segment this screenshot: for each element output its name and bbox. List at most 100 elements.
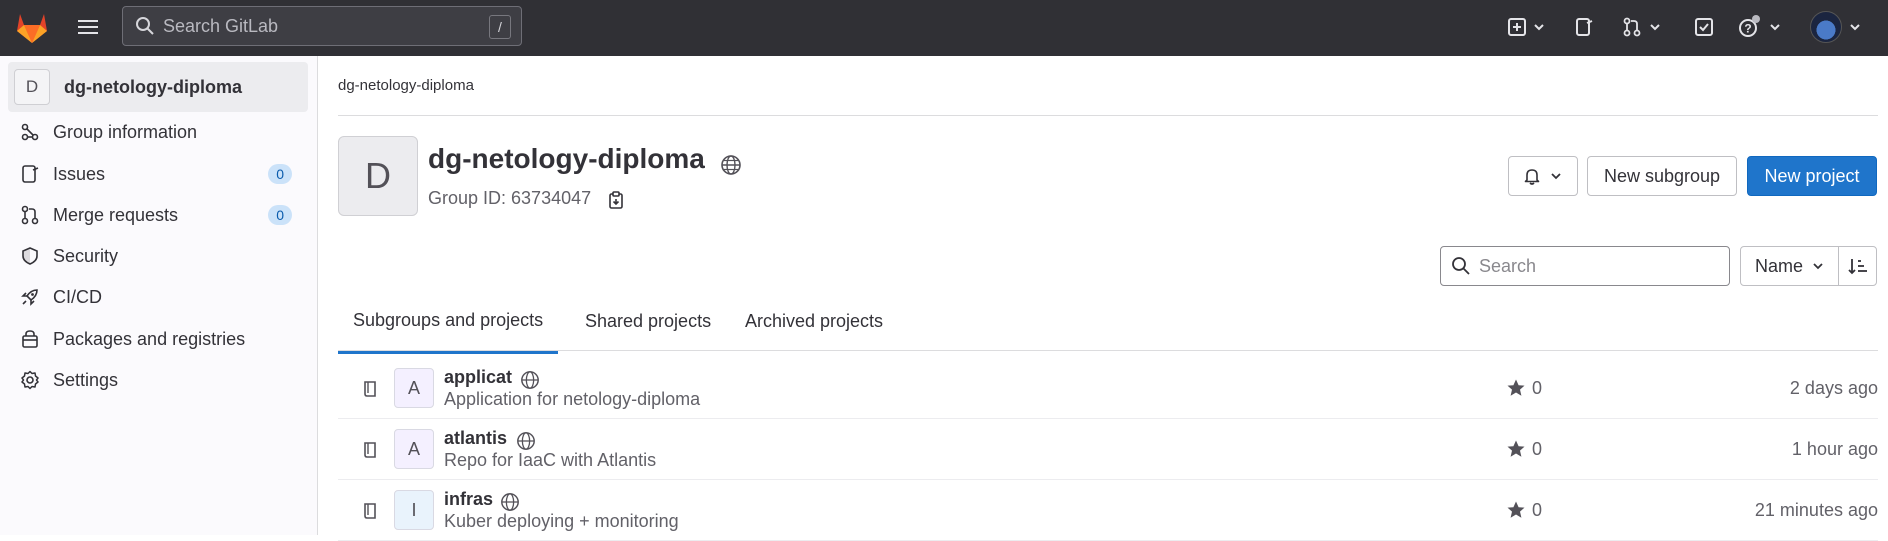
todos-top-button[interactable] bbox=[1694, 12, 1714, 42]
merge-request-icon bbox=[1623, 17, 1641, 37]
divider bbox=[338, 115, 1878, 116]
sidebar-item-issues[interactable]: Issues 0 bbox=[20, 155, 298, 193]
plus-square-icon bbox=[1508, 18, 1526, 36]
hamburger-menu-icon[interactable] bbox=[74, 14, 102, 40]
help-question-icon: ? bbox=[1739, 15, 1760, 37]
globe-icon bbox=[501, 493, 519, 511]
sidebar-item-label: Security bbox=[53, 245, 119, 266]
project-description: Application for netology-diploma bbox=[444, 389, 701, 409]
issues-count-badge: 0 bbox=[268, 164, 292, 184]
sidebar-item-packages-and-registries[interactable]: Packages and registries bbox=[20, 320, 298, 358]
project-row-infras: I infras Kuber deploying + monitoring 0 … bbox=[338, 480, 1878, 541]
merge-request-icon bbox=[21, 205, 39, 225]
chevron-down-icon bbox=[1551, 173, 1561, 180]
breadcrumb[interactable]: dg-netology-diploma bbox=[338, 77, 474, 94]
sidebar-item-settings[interactable]: Settings bbox=[20, 361, 298, 399]
search-icon bbox=[1452, 257, 1470, 275]
create-new-dropdown[interactable] bbox=[1508, 12, 1546, 42]
globe-icon bbox=[521, 371, 539, 389]
sidebar-item-label: Group information bbox=[53, 121, 198, 142]
sidebar-item-label: Merge requests bbox=[53, 204, 179, 225]
global-search-input[interactable]: Search GitLab / bbox=[122, 6, 522, 46]
globe-icon bbox=[721, 155, 741, 175]
updated-time: 21 minutes ago bbox=[1754, 500, 1878, 520]
tab-subgroups-and-projects[interactable]: Subgroups and projects bbox=[338, 289, 559, 354]
project-avatar: A bbox=[394, 429, 434, 469]
sidebar-item-label: Settings bbox=[53, 369, 119, 390]
sidebar-item-group-information[interactable]: Group information bbox=[20, 113, 298, 151]
sidebar-group-name: dg-netology-diploma bbox=[64, 76, 242, 97]
project-description: Repo for IaaC with Atlantis bbox=[444, 450, 657, 470]
new-project-button[interactable]: New project bbox=[1747, 156, 1877, 196]
project-name-link[interactable]: atlantis bbox=[444, 428, 507, 449]
gear-icon bbox=[21, 370, 39, 390]
project-row-applicat: A applicat Application for netology-dipl… bbox=[338, 358, 1878, 419]
sort-dropdown[interactable]: Name bbox=[1740, 246, 1877, 286]
merge-requests-top-dropdown[interactable] bbox=[1622, 12, 1662, 42]
repository-icon bbox=[364, 381, 376, 397]
project-description: Kuber deploying + monitoring bbox=[444, 511, 679, 531]
star-icon bbox=[1507, 379, 1525, 396]
todo-checkbox-icon bbox=[1695, 18, 1713, 36]
search-shortcut-hint: / bbox=[489, 15, 511, 39]
gitlab-logo-icon[interactable] bbox=[14, 10, 50, 44]
group-avatar: D bbox=[14, 69, 50, 105]
chevron-down-icon bbox=[1534, 24, 1544, 31]
user-menu-dropdown[interactable] bbox=[1810, 11, 1862, 43]
sidebar-group-header[interactable]: D dg-netology-diploma bbox=[8, 62, 308, 112]
star-icon bbox=[1507, 501, 1525, 518]
group-info-icon bbox=[21, 123, 39, 141]
group-tabs: Subgroups and projects Shared projects A… bbox=[338, 289, 1878, 354]
project-name-link[interactable]: applicat bbox=[444, 367, 512, 388]
search-icon bbox=[136, 17, 154, 35]
copy-icon[interactable] bbox=[606, 190, 626, 210]
sort-label: Name bbox=[1755, 255, 1804, 276]
chevron-down-icon bbox=[1770, 24, 1780, 31]
bell-icon bbox=[1524, 169, 1540, 185]
globe-icon bbox=[517, 432, 535, 450]
sidebar-item-label: Issues bbox=[53, 163, 106, 184]
filter-search-placeholder: Search bbox=[1479, 255, 1537, 276]
star-icon bbox=[1507, 440, 1525, 457]
updated-time: 2 days ago bbox=[1789, 378, 1878, 398]
search-placeholder: Search GitLab bbox=[163, 15, 279, 36]
package-icon bbox=[22, 330, 38, 348]
new-subgroup-button[interactable]: New subgroup bbox=[1587, 156, 1737, 196]
project-name-link[interactable]: infras bbox=[444, 489, 493, 510]
page-title: dg-netology-diploma bbox=[428, 143, 705, 174]
filter-search-input[interactable]: Search bbox=[1440, 246, 1730, 286]
project-avatar: I bbox=[394, 490, 434, 530]
star-count: 0 bbox=[1532, 500, 1543, 520]
group-sidebar: D dg-netology-diploma Group information … bbox=[0, 56, 318, 535]
svg-text:?: ? bbox=[1744, 22, 1751, 36]
sidebar-item-label: Packages and registries bbox=[53, 328, 246, 349]
notification-settings-dropdown[interactable] bbox=[1508, 156, 1578, 196]
sort-direction-icon[interactable] bbox=[1847, 256, 1869, 276]
sidebar-item-label: CI/CD bbox=[53, 286, 102, 307]
rocket-icon bbox=[21, 289, 38, 306]
group-id: Group ID: 63734047 bbox=[428, 188, 592, 208]
project-row-atlantis: A atlantis Repo for IaaC with Atlantis 0… bbox=[338, 419, 1878, 480]
repository-icon bbox=[364, 442, 376, 458]
top-navbar: Search GitLab / ? bbox=[0, 0, 1888, 56]
help-top-dropdown[interactable]: ? bbox=[1738, 12, 1782, 42]
star-count: 0 bbox=[1532, 378, 1543, 398]
issues-top-button[interactable] bbox=[1574, 12, 1594, 42]
sidebar-item-cicd[interactable]: CI/CD bbox=[20, 278, 298, 316]
repository-icon bbox=[364, 503, 376, 519]
issues-icon bbox=[1576, 18, 1593, 36]
divider bbox=[1838, 247, 1839, 285]
chevron-down-icon bbox=[1850, 24, 1860, 31]
issues-icon bbox=[22, 165, 39, 183]
shield-icon bbox=[22, 247, 38, 265]
sidebar-item-merge-requests[interactable]: Merge requests 0 bbox=[20, 196, 298, 234]
chevron-down-icon bbox=[1650, 24, 1660, 31]
sidebar-item-security[interactable]: Security bbox=[20, 237, 298, 275]
group-avatar-large: D bbox=[338, 136, 418, 216]
updated-time: 1 hour ago bbox=[1791, 439, 1878, 459]
project-avatar: A bbox=[394, 368, 434, 408]
tab-shared-projects[interactable]: Shared projects bbox=[570, 289, 726, 354]
tab-archived-projects[interactable]: Archived projects bbox=[730, 289, 898, 354]
star-count: 0 bbox=[1532, 439, 1543, 459]
chevron-down-icon bbox=[1813, 263, 1823, 270]
